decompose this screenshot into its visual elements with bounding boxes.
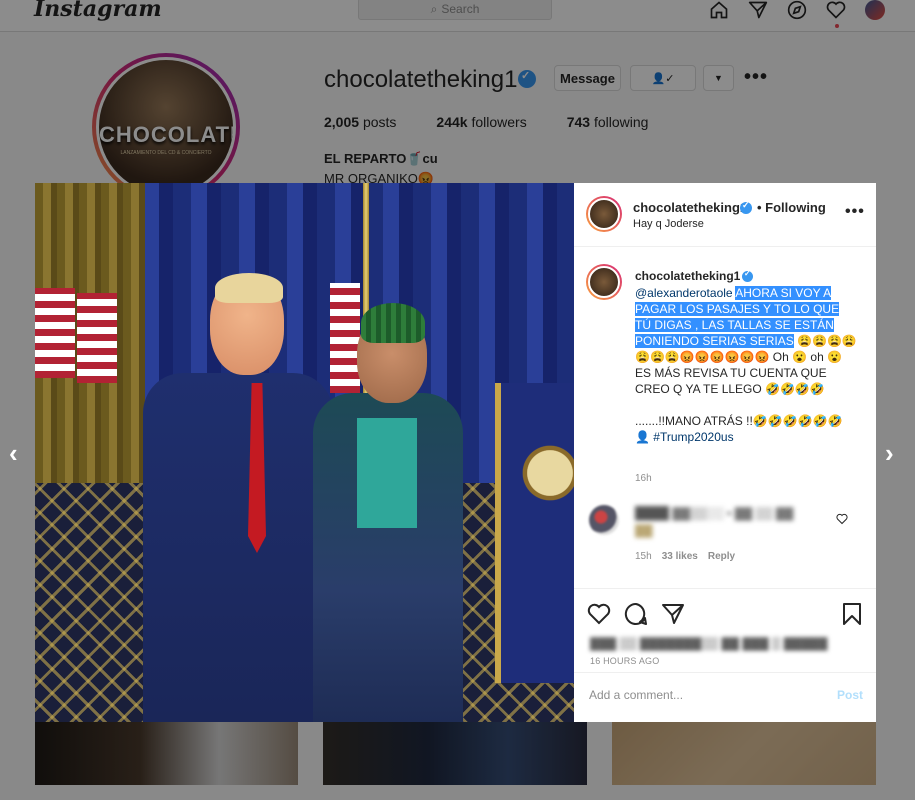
verified-badge-icon [740, 200, 752, 214]
comment-meta: 15h 33 likes Reply [635, 551, 735, 562]
author-username[interactable]: chocolatetheking1 [633, 200, 747, 215]
post-location[interactable]: Hay q Joderse [633, 218, 704, 230]
blurred-liked-by-text: ▓▓▓ ▒▒ ▓▓▓▓▓▓▓▒▒ ▓▓ ▓▓▓ ▒ ▓▓▓▓▓ [590, 636, 828, 650]
following-status[interactable]: • Following [757, 200, 826, 215]
caption-hashtag[interactable]: #Trump2020us [653, 430, 733, 444]
caption-text: @alexanderotaole AHORA SI VOY A PAGAR LO… [635, 285, 857, 445]
post-photo[interactable] [35, 183, 574, 722]
post-time: 16 HOURS AGO [590, 656, 660, 666]
save-bookmark-icon[interactable] [840, 602, 864, 626]
next-post-arrow-icon[interactable]: › [885, 438, 894, 469]
caption-time: 16h [635, 473, 652, 484]
comment-bubble-icon[interactable] [624, 602, 648, 626]
photo-person-left-hair [215, 273, 283, 303]
more-options-icon[interactable]: ••• [845, 203, 865, 221]
blurred-comment-text-line2: ▓▓ [635, 523, 653, 537]
author-avatar[interactable] [586, 196, 622, 232]
add-comment-input[interactable] [589, 688, 819, 702]
photo-flag [77, 293, 117, 383]
add-comment-bar: Post [574, 672, 876, 722]
verified-badge-icon [742, 269, 753, 282]
reply-button[interactable]: Reply [708, 551, 735, 562]
share-direct-icon[interactable] [661, 602, 685, 626]
comment-like-heart-icon[interactable] [836, 513, 848, 525]
photo-person-right-hat [361, 303, 425, 343]
post-actions: ▓▓▓ ▒▒ ▓▓▓▓▓▓▓▒▒ ▓▓ ▓▓▓ ▒ ▓▓▓▓▓ 16 HOURS… [574, 588, 876, 678]
comment-time: 15h [635, 551, 652, 562]
post-comment-button[interactable]: Post [837, 688, 863, 702]
post-header: chocolatetheking1 • Following Hay q Jode… [574, 183, 876, 247]
previous-post-arrow-icon[interactable]: ‹ [9, 438, 18, 469]
photo-person-left [143, 373, 333, 722]
photo-flag [35, 288, 75, 378]
photo-flag [330, 283, 360, 393]
photo-person-right-shirt [357, 418, 417, 528]
commenter-avatar[interactable] [589, 505, 619, 535]
caption-username[interactable]: chocolatetheking1 [635, 269, 740, 283]
comment-likes[interactable]: 33 likes [662, 551, 698, 562]
caption-avatar[interactable] [586, 264, 622, 300]
blurred-comment-text: ████ ▓▓▒▒░░ ▪ ▓▓ ▒▒ ▓▓ [635, 506, 794, 520]
caption-mention[interactable]: @alexanderotaole [635, 286, 733, 300]
comments-area: chocolatetheking1 @alexanderotaole AHORA… [574, 247, 876, 588]
post-side-panel: chocolatetheking1 • Following Hay q Jode… [574, 183, 876, 722]
like-heart-icon[interactable] [587, 602, 611, 626]
